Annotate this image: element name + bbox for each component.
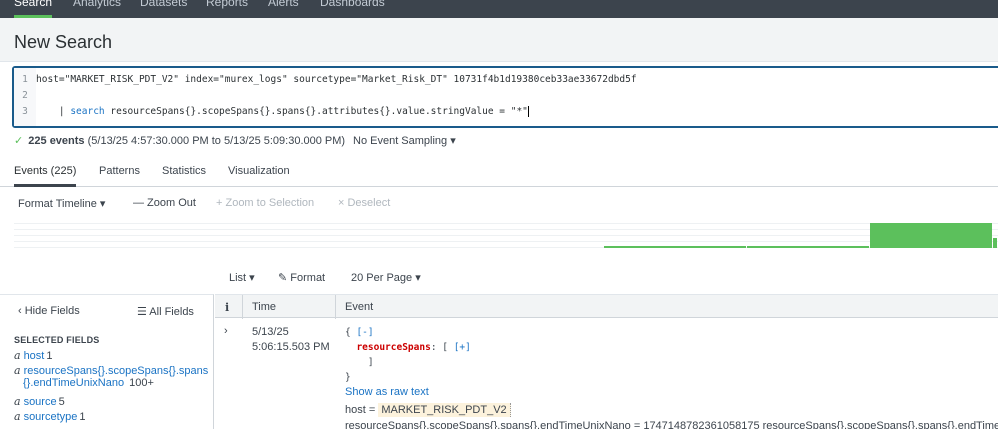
timeline-bar[interactable] xyxy=(747,246,870,248)
result-tabs: Events (225) Patterns Statistics Visuali… xyxy=(0,155,998,187)
field-value[interactable]: MARKET_RISK_PDT_V2 xyxy=(378,403,511,417)
json-bracket: ] xyxy=(345,357,374,368)
pencil-icon: ✎ xyxy=(278,272,291,284)
timeline-bar[interactable] xyxy=(993,237,997,248)
event-sampling-dropdown[interactable]: No Event Sampling ▾ xyxy=(353,134,456,147)
field-item-sourcetype[interactable]: a sourcetype 1 xyxy=(14,410,86,423)
time-range: (5/13/25 4:57:30.000 PM to 5/13/25 5:09:… xyxy=(87,135,346,147)
json-brace: { xyxy=(345,327,357,338)
column-divider xyxy=(242,295,243,319)
more-fields-line: resourceSpans{}.scopeSpans{}.spans{}.end… xyxy=(345,420,998,429)
query-line-2[interactable]: 2 xyxy=(14,88,994,104)
nav-tab-analytics[interactable]: Analytics xyxy=(73,0,121,18)
host-field-value: host = MARKET_RISK_PDT_V2 xyxy=(345,403,511,417)
query-line-text: resourceSpans{}.scopeSpans{}.spans{}.att… xyxy=(104,106,528,117)
deselect-button[interactable]: × Deselect xyxy=(338,197,390,209)
format-button[interactable]: ✎ Format xyxy=(278,271,325,284)
page-title: New Search xyxy=(14,32,113,52)
collapse-toggle[interactable]: [-] xyxy=(356,327,373,338)
tab-patterns[interactable]: Patterns xyxy=(99,165,140,187)
text-caret xyxy=(527,106,529,117)
event-clock: 5:06:15.503 PM xyxy=(252,341,330,353)
event-count: 225 events xyxy=(28,135,85,147)
field-count: 100+ xyxy=(129,377,154,389)
nav-tab-dashboards[interactable]: Dashboards xyxy=(320,0,385,18)
timeline-gridline xyxy=(14,235,998,236)
field-name: host xyxy=(23,350,45,362)
nav-tab-reports[interactable]: Reports xyxy=(206,0,248,18)
field-count: 5 xyxy=(58,396,65,408)
format-timeline-button[interactable]: Format Timeline ▾ xyxy=(18,197,105,210)
line-number: 2 xyxy=(22,90,28,101)
nav-tab-datasets[interactable]: Datasets xyxy=(140,0,187,18)
event-time: 5/13/25 5:06:15.503 PM xyxy=(252,325,330,355)
nav-tab-alerts[interactable]: Alerts xyxy=(268,0,299,18)
list-view-dropdown[interactable]: List ▾ xyxy=(229,271,255,284)
show-raw-text-link[interactable]: Show as raw text xyxy=(345,386,429,398)
expand-toggle[interactable]: [+] xyxy=(454,342,471,353)
tab-visualization[interactable]: Visualization xyxy=(228,165,290,187)
zoom-to-selection-button[interactable]: + Zoom to Selection xyxy=(216,197,314,209)
timeline-gridline xyxy=(14,229,998,230)
json-key: resourceSpans xyxy=(356,342,431,353)
field-item-host[interactable]: a host 1 xyxy=(14,349,52,362)
query-line-1[interactable]: 1 host="MARKET_RISK_PDT_V2" index="murex_… xyxy=(14,72,994,88)
expand-chevron-icon[interactable]: › xyxy=(224,325,228,337)
events-table-header: i Time Event xyxy=(215,294,998,319)
field-count: 1 xyxy=(46,350,53,362)
per-page-dropdown[interactable]: 20 Per Page ▾ xyxy=(351,271,421,284)
json-punct: : [ xyxy=(430,342,454,353)
format-label: Format xyxy=(290,272,326,284)
field-name: resourceSpans{}.scopeSpans{}.spans xyxy=(23,365,209,377)
page-header: New Search xyxy=(0,18,998,62)
hide-fields-button[interactable]: ‹ Hide Fields xyxy=(18,305,80,317)
table-row: › 5/13/25 5:06:15.503 PM { [-] resourceS… xyxy=(215,319,998,429)
app-nav-bar: Search Analytics Datasets Reports Alerts… xyxy=(0,0,998,18)
search-query-editor[interactable]: 1 host="MARKET_RISK_PDT_V2" index="murex_… xyxy=(12,66,998,128)
search-status: ✓ 225 events (5/13/25 4:57:30.000 PM to … xyxy=(14,134,345,150)
timeline-gridline xyxy=(14,223,998,224)
event-date: 5/13/25 xyxy=(252,326,289,338)
field-name: source xyxy=(23,396,57,408)
event-json: { [-] resourceSpans: [ [+] ] } xyxy=(345,325,471,385)
query-line-text: host="MARKET_RISK_PDT_V2" index="murex_l… xyxy=(36,74,637,85)
field-count: 1 xyxy=(79,411,86,423)
field-name-continued: {}.endTimeUnixNano xyxy=(23,377,125,389)
field-label: host = xyxy=(345,404,379,416)
query-command: search xyxy=(70,106,105,117)
field-name: sourcetype xyxy=(23,411,78,423)
line-number: 1 xyxy=(22,74,28,85)
string-type-icon: a xyxy=(14,349,21,362)
string-type-icon: a xyxy=(14,395,21,408)
timeline-bar[interactable] xyxy=(604,246,747,248)
query-line-3[interactable]: 3 | search resourceSpans{}.scopeSpans{}.… xyxy=(14,104,994,120)
nav-tab-search[interactable]: Search xyxy=(14,0,53,18)
fields-sidebar: ‹ Hide Fields ☰ All Fields SELECTED FIEL… xyxy=(0,294,214,429)
query-pipe: | xyxy=(36,106,71,117)
string-type-icon: a xyxy=(14,410,21,423)
selected-fields-heading: SELECTED FIELDS xyxy=(14,335,100,345)
timeline-gridline xyxy=(14,241,998,242)
zoom-out-button[interactable]: — Zoom Out xyxy=(133,197,196,209)
tab-events[interactable]: Events (225) xyxy=(14,165,77,187)
check-icon: ✓ xyxy=(14,135,24,147)
string-type-icon: a xyxy=(14,364,21,377)
column-divider xyxy=(335,295,336,319)
json-brace: } xyxy=(345,372,351,383)
field-item-endtimeunixnano[interactable]: a resourceSpans{}.scopeSpans{}.spans {}.e… xyxy=(14,364,210,389)
all-fields-button[interactable]: ☰ All Fields xyxy=(137,305,194,318)
field-item-source[interactable]: a source 5 xyxy=(14,395,65,408)
event-timeline[interactable] xyxy=(14,219,998,248)
timeline-bar[interactable] xyxy=(870,223,993,248)
tab-statistics[interactable]: Statistics xyxy=(162,165,206,187)
line-number: 3 xyxy=(22,106,28,117)
time-column-header[interactable]: Time xyxy=(252,301,276,313)
event-column-header: Event xyxy=(345,301,374,313)
info-column-header: i xyxy=(225,301,230,314)
